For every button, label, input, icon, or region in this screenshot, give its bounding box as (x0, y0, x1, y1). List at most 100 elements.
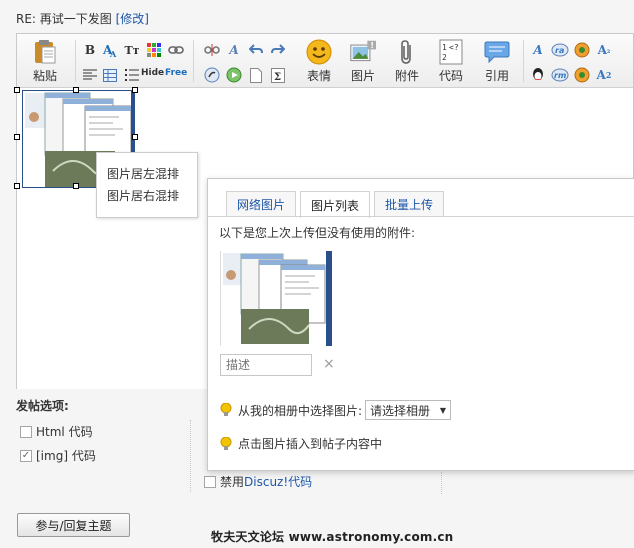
code-icon: 1 2 <? (438, 39, 464, 65)
unlink-icon[interactable] (203, 41, 221, 59)
site-watermark: 牧夫天文论坛 www.astronomy.com.cn (211, 530, 454, 544)
disable-discuz-checkbox[interactable] (204, 475, 216, 488)
free-button[interactable]: Free (165, 68, 187, 78)
tab-image-list[interactable]: 图片列表 (300, 191, 371, 218)
font-size-icon[interactable]: AA (101, 41, 119, 59)
resize-handle[interactable] (132, 134, 138, 140)
flash-icon[interactable] (203, 66, 221, 84)
paste-button[interactable]: 粘贴 (25, 39, 65, 84)
document-icon[interactable] (247, 66, 265, 84)
svg-text:rm: rm (554, 71, 566, 80)
lightbulb-icon (220, 436, 232, 450)
insert-tip: 点击图片插入到帖子内容中 (238, 437, 383, 451)
table-icon[interactable] (101, 66, 119, 84)
picture-icon: ! (350, 39, 376, 65)
resize-handle[interactable] (73, 183, 79, 189)
menu-item-float-right[interactable]: 图片居右混排 (107, 185, 197, 207)
album-row: 从我的相册中选择图片: 请选择相册 ▼ (220, 400, 452, 420)
chevron-down-icon: ▼ (439, 405, 447, 415)
bold-icon[interactable]: B (81, 41, 99, 59)
color-grid-icon[interactable] (145, 41, 163, 59)
image-badge: ! (370, 41, 374, 50)
font-style-icon[interactable]: A (529, 41, 547, 59)
insert-tip-row: 点击图片插入到帖子内容中 (220, 435, 382, 452)
disable-discuz-option[interactable]: 禁用 Discuz!代码 (204, 473, 312, 490)
wmv-icon[interactable]: rm (551, 66, 569, 84)
post-title: RE: 再试一下发图 (16, 12, 112, 26)
html-code-option[interactable]: Html 代码 (20, 423, 93, 440)
resize-handle[interactable] (132, 87, 138, 93)
attachment-label: 附件 (394, 69, 419, 83)
toolbar-divider (523, 40, 524, 82)
resize-handle[interactable] (14, 87, 20, 93)
smiley-icon (306, 39, 332, 65)
link-icon[interactable] (167, 41, 185, 59)
music-player-icon[interactable] (573, 66, 591, 84)
remove-format-icon[interactable]: A (225, 41, 243, 59)
sum-icon[interactable]: Σ (269, 66, 287, 84)
svg-text:1: 1 (442, 43, 447, 52)
description-input[interactable] (220, 354, 312, 376)
attachment-thumbnail[interactable] (220, 251, 332, 346)
options-divider (190, 420, 191, 492)
html-code-label: Html 代码 (36, 425, 93, 439)
album-select-value: 请选择相册 (370, 403, 431, 418)
paste-label: 粘贴 (32, 69, 57, 83)
rm-icon[interactable]: ra (551, 41, 569, 59)
toolbar-divider (193, 40, 194, 82)
image-insert-panel: 网络图片 图片列表 批量上传 以下是您上次上传但没有使用的附件: × 从我的相册… (207, 178, 634, 471)
resize-handle[interactable] (14, 183, 20, 189)
rm-player-icon[interactable] (573, 41, 591, 59)
tab-underline (208, 216, 634, 217)
tab-batch-upload[interactable]: 批量上传 (374, 191, 445, 217)
list-icon[interactable] (123, 66, 141, 84)
quote-button[interactable]: 引用 (477, 39, 517, 84)
resize-handle[interactable] (14, 134, 20, 140)
code-label: 代码 (438, 69, 463, 83)
resize-handle[interactable] (73, 87, 79, 93)
html-code-checkbox[interactable] (20, 425, 32, 438)
hide-button[interactable]: Hide (141, 68, 164, 78)
speech-bubble-icon (484, 39, 510, 65)
img-code-option[interactable]: ✓ [img] 代码 (20, 447, 96, 464)
svg-text:Σ: Σ (274, 72, 281, 83)
discuz-code-link[interactable]: Discuz!代码 (244, 473, 312, 490)
superscript-icon[interactable]: A2 (595, 66, 613, 84)
emoji-label: 表情 (306, 69, 331, 83)
disable-discuz-label: 禁用 (220, 475, 245, 489)
img-code-checkbox[interactable]: ✓ (20, 449, 32, 462)
undo-icon[interactable] (247, 41, 265, 59)
font-family-icon[interactable]: Tт (123, 41, 141, 59)
code-button[interactable]: 1 2 <? 代码 (431, 39, 471, 84)
lightbulb-icon (220, 403, 232, 416)
image-label: 图片 (350, 69, 375, 83)
qq-icon[interactable] (529, 66, 547, 84)
album-label: 从我的相册中选择图片: (238, 403, 363, 418)
album-select[interactable]: 请选择相册 ▼ (365, 400, 452, 420)
image-button[interactable]: ! 图片 (343, 39, 383, 84)
media-icon[interactable] (225, 66, 243, 84)
options-divider (441, 472, 442, 494)
img-code-label: [img] 代码 (36, 449, 96, 463)
toolbar-divider (75, 40, 76, 82)
svg-text:2: 2 (442, 53, 447, 62)
image-panel-tabs: 网络图片 图片列表 批量上传 (226, 191, 448, 218)
editor-toolbar: 粘贴 B AA Tт Hide Free A Σ 表情 ! 图片 附件 1 2 … (17, 34, 633, 88)
edit-link[interactable]: [修改] (116, 12, 149, 26)
attachment-button[interactable]: 附件 (387, 39, 427, 84)
menu-item-float-left[interactable]: 图片居左混排 (107, 163, 197, 185)
align-left-icon[interactable] (81, 66, 99, 84)
paperclip-icon (394, 39, 420, 65)
unused-attachments-hint: 以下是您上次上传但没有使用的附件: (219, 226, 416, 240)
clipboard-icon (32, 39, 58, 65)
subscript-icon[interactable]: A₂ (595, 41, 613, 59)
quote-label: 引用 (484, 69, 509, 83)
image-context-menu: 图片居左混排 图片居右混排 (96, 152, 198, 218)
tab-web-image[interactable]: 网络图片 (226, 191, 297, 217)
delete-attachment-icon[interactable]: × (323, 356, 335, 372)
svg-text:ra: ra (555, 46, 564, 55)
redo-icon[interactable] (269, 41, 287, 59)
emoji-button[interactable]: 表情 (299, 39, 339, 84)
reply-submit-button[interactable]: 参与/回复主题 (17, 513, 130, 537)
svg-text:A: A (109, 49, 117, 58)
